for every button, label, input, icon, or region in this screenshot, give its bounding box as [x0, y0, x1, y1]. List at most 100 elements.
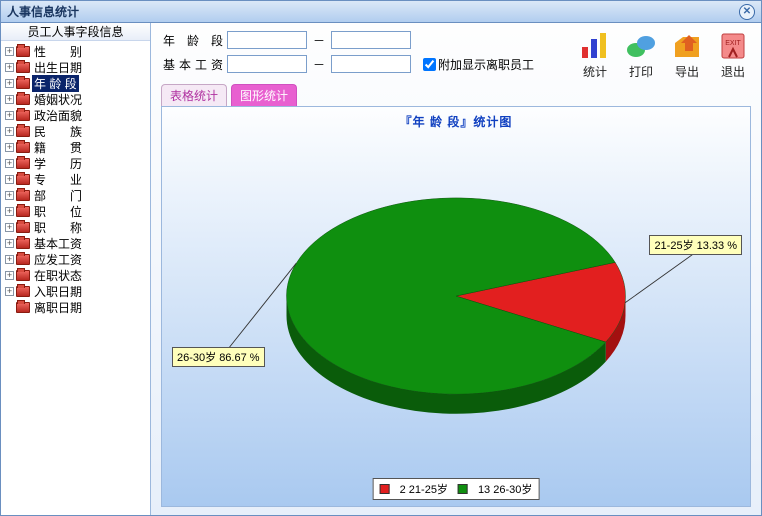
filter-age-to[interactable] — [331, 31, 411, 49]
exit-button[interactable]: EXIT 退出 — [717, 31, 749, 80]
main-pane: 年 龄 段 － 基本工资 － 附加显示离职员工 — [151, 23, 761, 515]
tree-item-label: 学 历 — [32, 155, 84, 172]
pie-chart — [162, 131, 750, 470]
show-resigned-checkbox[interactable]: 附加显示离职员工 — [423, 56, 534, 73]
folder-icon — [16, 62, 30, 73]
sidebar-item-14[interactable]: + 在职状态 — [1, 267, 150, 283]
folder-icon — [16, 286, 30, 297]
tree-item-label: 籍 贯 — [32, 139, 84, 156]
print-icon — [625, 31, 657, 61]
folder-icon — [16, 174, 30, 185]
filter-salary-from[interactable] — [227, 55, 307, 73]
expand-icon[interactable]: + — [5, 95, 14, 104]
expand-icon[interactable]: + — [5, 239, 14, 248]
expand-icon[interactable]: + — [5, 63, 14, 72]
expand-icon[interactable]: + — [5, 143, 14, 152]
tree-item-label: 入职日期 — [32, 283, 84, 300]
tree-item-label: 性 别 — [32, 43, 84, 60]
expand-icon[interactable]: + — [5, 191, 14, 200]
range-sep-1: － — [311, 32, 327, 49]
sidebar-item-5[interactable]: + 民 族 — [1, 123, 150, 139]
stat-button[interactable]: 统计 — [579, 31, 611, 80]
tree-item-label: 职 位 — [32, 203, 84, 220]
legend-text-1: 2 21-25岁 — [400, 481, 448, 497]
pie-label-2: 26-30岁 86.67 % — [172, 347, 265, 367]
folder-icon — [16, 110, 30, 121]
field-tree[interactable]: +性 别+出生日期+年 龄 段+婚姻状况+政治面貌+民 族+籍 贯+学 历+专 … — [1, 41, 150, 515]
sidebar-item-13[interactable]: +应发工资 — [1, 251, 150, 267]
legend-text-2: 13 26-30岁 — [478, 481, 532, 497]
stat-label: 统计 — [583, 63, 607, 80]
sidebar-item-10[interactable]: + 职 位 — [1, 203, 150, 219]
filter-salary-to[interactable] — [331, 55, 411, 73]
folder-icon — [16, 94, 30, 105]
sidebar-item-9[interactable]: + 部 门 — [1, 187, 150, 203]
expand-icon[interactable]: + — [5, 79, 14, 88]
print-label: 打印 — [629, 63, 653, 80]
chart-pane: 『年 龄 段』统计图 21-25岁 13.33 % 26-30岁 86.67 %… — [161, 106, 751, 507]
expand-icon[interactable]: + — [5, 287, 14, 296]
range-sep-2: － — [311, 56, 327, 73]
folder-icon — [16, 190, 30, 201]
export-label: 导出 — [675, 63, 699, 80]
expand-icon[interactable]: + — [5, 271, 14, 280]
folder-icon — [16, 222, 30, 233]
window-title: 人事信息统计 — [7, 3, 79, 20]
export-button[interactable]: 导出 — [671, 31, 703, 80]
tab-bar: 表格统计 图形统计 — [151, 84, 761, 106]
expand-icon[interactable]: + — [5, 223, 14, 232]
sidebar-item-1[interactable]: + 出生日期 — [1, 59, 150, 75]
folder-icon — [16, 78, 30, 89]
tree-item-label: 基本工资 — [32, 235, 84, 252]
svg-text:EXIT: EXIT — [725, 40, 741, 47]
tree-item-label: 出生日期 — [32, 59, 84, 76]
legend-swatch-2 — [458, 484, 468, 494]
sidebar-item-0[interactable]: + 性 别 — [1, 43, 150, 59]
expand-icon[interactable]: + — [5, 175, 14, 184]
folder-icon — [16, 46, 30, 57]
sidebar: 员工人事字段信息 +性 别+出生日期+年 龄 段+婚姻状况+政治面貌+民 族+籍… — [1, 23, 151, 515]
exit-icon: EXIT — [717, 31, 749, 61]
tree-item-label: 在职状态 — [32, 267, 84, 284]
print-button[interactable]: 打印 — [625, 31, 657, 80]
filter-age-from[interactable] — [227, 31, 307, 49]
expand-icon[interactable]: + — [5, 127, 14, 136]
expand-icon[interactable]: + — [5, 159, 14, 168]
tab-table[interactable]: 表格统计 — [161, 84, 227, 106]
checkbox-label: 附加显示离职员工 — [438, 56, 534, 73]
folder-icon — [16, 238, 30, 249]
sidebar-item-12[interactable]: + 基本工资 — [1, 235, 150, 251]
pie-label-1: 21-25岁 13.33 % — [649, 235, 742, 255]
window-frame: 人事信息统计 ✕ 员工人事字段信息 +性 别+出生日期+年 龄 段+婚姻状况+政… — [0, 0, 762, 516]
expand-icon[interactable]: + — [5, 255, 14, 264]
tab-chart[interactable]: 图形统计 — [231, 84, 297, 106]
sidebar-item-2[interactable]: +年 龄 段 — [1, 75, 150, 91]
export-icon — [671, 31, 703, 61]
sidebar-item-6[interactable]: + 籍 贯 — [1, 139, 150, 155]
sidebar-item-4[interactable]: + 政治面貌 — [1, 107, 150, 123]
folder-icon — [16, 158, 30, 169]
close-icon[interactable]: ✕ — [739, 4, 755, 20]
sidebar-item-16[interactable]: 离职日期 — [1, 299, 150, 315]
toolbar: 年 龄 段 － 基本工资 － 附加显示离职员工 — [151, 23, 761, 84]
sidebar-item-11[interactable]: +职 称 — [1, 219, 150, 235]
stat-icon — [579, 31, 611, 61]
folder-icon — [16, 254, 30, 265]
expand-icon[interactable]: + — [5, 47, 14, 56]
sidebar-item-8[interactable]: +专 业 — [1, 171, 150, 187]
sidebar-item-15[interactable]: + 入职日期 — [1, 283, 150, 299]
sidebar-item-7[interactable]: + 学 历 — [1, 155, 150, 171]
sidebar-item-3[interactable]: +婚姻状况 — [1, 91, 150, 107]
checkbox-input[interactable] — [423, 58, 436, 71]
tree-item-label: 部 门 — [32, 187, 84, 204]
sidebar-header: 员工人事字段信息 — [1, 23, 150, 41]
expand-icon[interactable]: + — [5, 111, 14, 120]
filter-age-label: 年 龄 段 — [163, 32, 223, 49]
tree-item-label: 民 族 — [32, 123, 84, 140]
folder-icon — [16, 142, 30, 153]
filter-salary-label: 基本工资 — [163, 56, 223, 73]
expand-icon[interactable]: + — [5, 207, 14, 216]
tree-item-label: 政治面貌 — [32, 107, 84, 124]
folder-icon — [16, 302, 30, 313]
folder-icon — [16, 126, 30, 137]
